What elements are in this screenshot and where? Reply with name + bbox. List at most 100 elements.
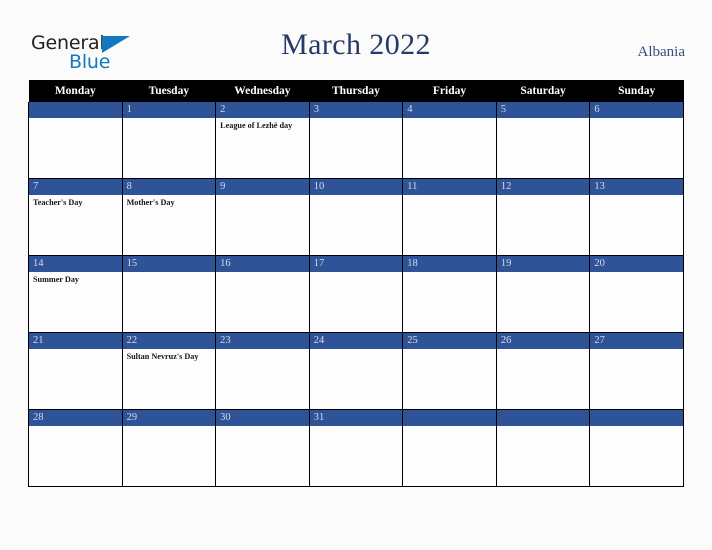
day-events: Sultan Nevruz's Day [123,349,216,362]
day-number: 4 [403,102,496,118]
day-events: Teacher's Day [29,195,122,208]
day-events [497,349,590,352]
calendar-week-row: 1 2 League of Lezhë day 3 4 5 6 [28,102,684,179]
calendar-week-row: 7 Teacher's Day 8 Mother's Day 9 10 11 12 13 [28,178,684,256]
day-cell-8[interactable]: 8 Mother's Day [121,178,217,256]
day-number: 17 [309,256,403,272]
day-number [496,410,590,426]
day-cell-25[interactable]: 25 [402,332,497,410]
day-cell-empty[interactable] [589,409,684,487]
day-number: 23 [216,333,309,349]
weekday-header-row: Monday Tuesday Wednesday Thursday Friday Satu… [28,80,684,102]
day-cell-29[interactable]: 29 [121,409,217,487]
day-events [310,349,403,352]
day-cell-30[interactable]: 30 [215,409,310,487]
day-cell-22[interactable]: 22 Sultan Nevruz's Day [121,332,217,410]
day-number: 19 [496,256,590,272]
day-events [403,272,496,275]
event-label: Teacher's Day [33,198,83,207]
day-cell-14[interactable]: 14 Summer Day [28,255,123,333]
day-cell-11[interactable]: 11 [402,178,497,256]
day-events [123,272,216,275]
weekday-header-sunday: Sunday [589,80,684,102]
calendar-body: 1 2 League of Lezhë day 3 4 5 6 7 Teacher's Day 8… [28,102,684,487]
event-label: Sultan Nevruz's Day [126,352,199,361]
day-cell-7[interactable]: 7 Teacher's Day [28,178,123,256]
day-events [29,349,122,352]
day-events [123,118,216,121]
day-events [497,272,590,275]
page-header: General Blue March 2022 Albania [0,0,712,80]
day-number [29,102,122,118]
day-cell-24[interactable]: 24 [308,332,404,410]
day-number: 12 [496,179,590,195]
weekday-header-tuesday: Tuesday [122,80,216,102]
day-number: 7 [29,179,122,195]
day-number: 2 [216,102,309,118]
day-cell-28[interactable]: 28 [28,409,123,487]
day-cell-20[interactable]: 20 [589,255,684,333]
day-number: 16 [216,256,309,272]
day-events [310,195,403,198]
day-cell-2[interactable]: 2 League of Lezhë day [215,102,310,179]
day-events: Mother's Day [123,195,216,208]
day-cell-23[interactable]: 23 [215,332,310,410]
calendar-table-wrapper: Monday Tuesday Wednesday Thursday Friday Satu… [28,80,684,487]
day-cell-13[interactable]: 13 [589,178,684,256]
weekday-header-thursday: Thursday [309,80,403,102]
day-cell-21[interactable]: 21 [28,332,123,410]
day-cell-empty[interactable] [28,102,123,179]
day-cell-27[interactable]: 27 [589,332,684,410]
day-events [497,195,590,198]
day-cell-empty[interactable] [402,409,497,487]
day-number: 29 [122,410,216,426]
day-cell-5[interactable]: 5 [495,102,591,179]
day-events [590,118,683,121]
day-cell-empty[interactable] [495,409,591,487]
day-events [123,426,216,429]
day-cell-16[interactable]: 16 [215,255,310,333]
day-number: 21 [29,333,122,349]
day-cell-6[interactable]: 6 [589,102,684,179]
day-cell-19[interactable]: 19 [495,255,591,333]
day-cell-12[interactable]: 12 [495,178,591,256]
event-label: Summer Day [33,275,80,284]
day-number: 6 [590,102,683,118]
day-cell-4[interactable]: 4 [402,102,497,179]
day-number: 22 [122,333,216,349]
calendar-table: Monday Tuesday Wednesday Thursday Friday Satu… [28,80,684,487]
weekday-header-wednesday: Wednesday [215,80,310,102]
day-cell-10[interactable]: 10 [308,178,404,256]
day-cell-3[interactable]: 3 [308,102,404,179]
day-number: 9 [216,179,309,195]
calendar-week-row: 21 22 Sultan Nevruz's Day 23 24 25 26 27 [28,332,684,410]
weekday-header-friday: Friday [402,80,497,102]
day-cell-17[interactable]: 17 [308,255,404,333]
calendar-header-row-group: Monday Tuesday Wednesday Thursday Friday Satu… [28,80,684,102]
day-events [590,349,683,352]
page-title: March 2022 [281,28,431,61]
day-number: 11 [403,179,496,195]
day-number: 5 [496,102,590,118]
day-cell-1[interactable]: 1 [121,102,217,179]
calendar-week-row: 28 29 30 31 [28,409,684,487]
day-number [590,410,683,426]
day-cell-15[interactable]: 15 [121,255,217,333]
day-number: 8 [122,179,216,195]
weekday-header-saturday: Saturday [496,80,590,102]
day-events [497,118,590,121]
day-cell-9[interactable]: 9 [215,178,310,256]
day-cell-18[interactable]: 18 [402,255,497,333]
day-cell-26[interactable]: 26 [495,332,591,410]
day-events [403,349,496,352]
day-number: 14 [29,256,122,272]
day-cell-31[interactable]: 31 [308,409,404,487]
day-number: 30 [216,410,309,426]
day-events: League of Lezhë day [216,118,309,131]
day-number: 18 [403,256,496,272]
day-events [403,195,496,198]
day-number: 3 [309,102,403,118]
calendar-page: General Blue March 2022 Albania Monday Tu… [0,0,712,550]
day-events [497,426,590,429]
day-events [310,426,403,429]
